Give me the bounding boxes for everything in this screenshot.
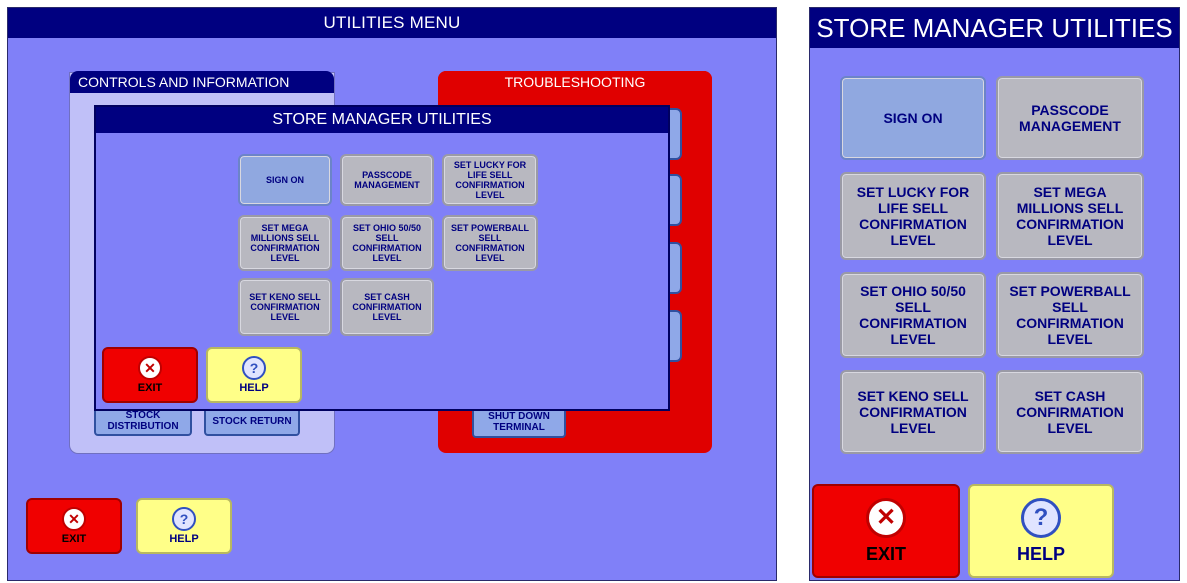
utilities-menu-screen: UTILITIES MENU CONTROLS AND INFORMATION …	[7, 7, 777, 581]
modal-exit-button[interactable]: ✕ EXIT	[102, 347, 198, 403]
utilities-menu-title: UTILITIES MENU	[8, 8, 776, 38]
set-keno-button[interactable]: SET KENO SELL CONFIRMATION LEVEL	[238, 278, 332, 336]
set-keno-button[interactable]: SET KENO SELL CONFIRMATION LEVEL	[840, 370, 986, 454]
sign-on-button[interactable]: SIGN ON	[840, 76, 986, 160]
exit-label: EXIT	[865, 543, 906, 564]
set-cash-button[interactable]: SET CASH CONFIRMATION LEVEL	[340, 278, 434, 336]
set-mega-millions-button[interactable]: SET MEGA MILLIONS SELL CONFIRMATION LEVE…	[238, 215, 332, 271]
troubleshooting-button-stub[interactable]	[668, 242, 682, 294]
set-lucky-for-life-button[interactable]: SET LUCKY FOR LIFE SELL CONFIRMATION LEV…	[840, 172, 986, 260]
exit-button[interactable]: ✕ EXIT	[812, 484, 960, 578]
help-label: HELP	[1016, 543, 1065, 564]
close-circle-icon: ✕	[138, 356, 162, 380]
close-circle-icon: ✕	[866, 497, 906, 538]
exit-label: EXIT	[61, 533, 87, 545]
store-manager-screen: STORE MANAGER UTILITIES SIGN ON PASSCODE…	[809, 7, 1180, 581]
question-circle-icon: ?	[172, 507, 196, 531]
troubleshooting-button-stub[interactable]	[668, 108, 682, 160]
set-ohio-5050-button[interactable]: SET OHIO 50/50 SELL CONFIRMATION LEVEL	[340, 215, 434, 271]
set-ohio-5050-button[interactable]: SET OHIO 50/50 SELL CONFIRMATION LEVEL	[840, 272, 986, 358]
store-manager-modal: STORE MANAGER UTILITIES SIGN ON PASSCODE…	[94, 105, 670, 411]
set-lucky-for-life-button[interactable]: SET LUCKY FOR LIFE SELL CONFIRMATION LEV…	[442, 154, 538, 206]
close-circle-icon: ✕	[62, 507, 86, 531]
help-button[interactable]: ? HELP	[968, 484, 1114, 578]
troubleshooting-tab: TROUBLESHOOTING	[438, 71, 712, 93]
passcode-management-button[interactable]: PASSCODE MANAGEMENT	[340, 154, 434, 206]
help-label: HELP	[169, 533, 199, 545]
set-mega-millions-button[interactable]: SET MEGA MILLIONS SELL CONFIRMATION LEVE…	[996, 172, 1144, 260]
question-circle-icon: ?	[242, 356, 266, 380]
store-manager-title: STORE MANAGER UTILITIES	[810, 8, 1179, 48]
troubleshooting-button-stub[interactable]	[668, 310, 682, 362]
set-powerball-button[interactable]: SET POWERBALL SELL CONFIRMATION LEVEL	[996, 272, 1144, 358]
help-button[interactable]: ? HELP	[136, 498, 232, 554]
controls-tab: CONTROLS AND INFORMATION	[70, 71, 334, 93]
set-powerball-button[interactable]: SET POWERBALL SELL CONFIRMATION LEVEL	[442, 215, 538, 271]
passcode-management-button[interactable]: PASSCODE MANAGEMENT	[996, 76, 1144, 160]
store-manager-modal-title: STORE MANAGER UTILITIES	[96, 107, 668, 133]
troubleshooting-button-stub[interactable]	[668, 174, 682, 226]
question-circle-icon: ?	[1021, 497, 1061, 538]
modal-exit-label: EXIT	[137, 382, 163, 394]
exit-button[interactable]: ✕ EXIT	[26, 498, 122, 554]
modal-help-label: HELP	[239, 382, 269, 394]
set-cash-button[interactable]: SET CASH CONFIRMATION LEVEL	[996, 370, 1144, 454]
sign-on-button[interactable]: SIGN ON	[238, 154, 332, 206]
modal-help-button[interactable]: ? HELP	[206, 347, 302, 403]
